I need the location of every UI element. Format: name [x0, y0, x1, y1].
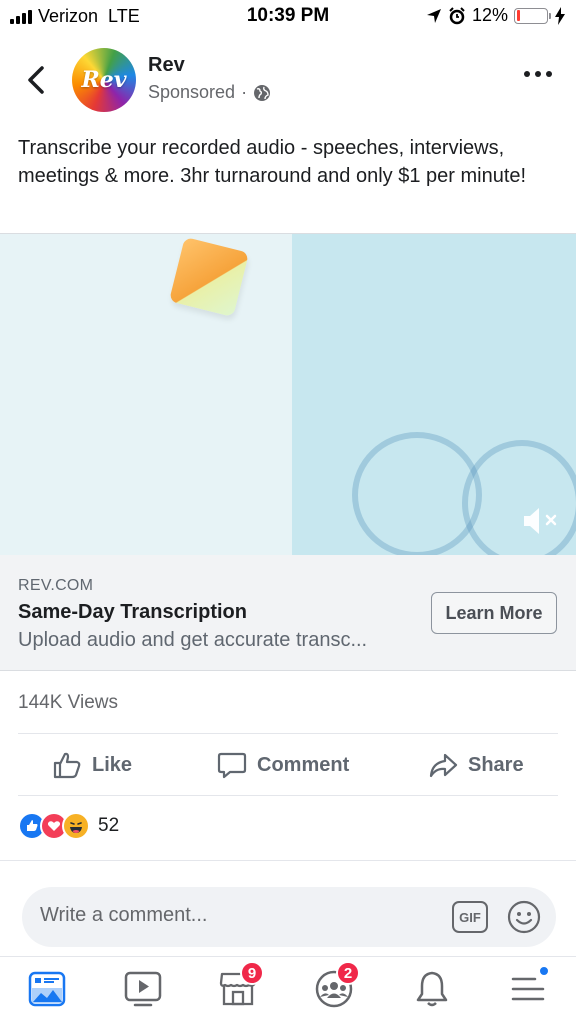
- post-text: Transcribe your recorded audio - speeche…: [18, 137, 527, 187]
- reactions-summary[interactable]: 52: [18, 812, 119, 840]
- groups-badge: 2: [336, 961, 360, 985]
- comment-input[interactable]: Write a comment... GIF: [22, 887, 556, 947]
- nav-groups[interactable]: 2: [312, 961, 360, 1011]
- post-header: Rev Rev Sponsored ·: [0, 44, 576, 124]
- share-label: Share: [468, 753, 524, 776]
- menu-icon: [511, 977, 545, 1001]
- sponsored-label: Sponsored: [148, 82, 236, 102]
- like-label: Like: [92, 753, 133, 776]
- haha-reaction-icon: [62, 812, 90, 840]
- link-domain: REV.COM: [18, 577, 94, 594]
- nav-menu[interactable]: [506, 965, 550, 1011]
- page-name[interactable]: Rev: [148, 54, 185, 77]
- link-description: Upload audio and get accurate transc...: [18, 629, 368, 651]
- divider: [18, 795, 558, 796]
- nav-news-feed[interactable]: [25, 967, 69, 1011]
- watch-icon: [124, 971, 162, 1007]
- comment-icon: [217, 752, 247, 779]
- link-title: Same-Day Transcription: [18, 601, 247, 623]
- video-left-panel: [0, 234, 292, 555]
- video-player[interactable]: [0, 233, 576, 555]
- marketplace-badge: 9: [240, 961, 264, 985]
- learn-more-button[interactable]: Learn More: [431, 592, 557, 634]
- gif-icon[interactable]: GIF: [452, 901, 488, 933]
- reaction-count: 52: [98, 815, 120, 836]
- comment-area: Write a comment... GIF: [0, 860, 576, 956]
- share-icon: [429, 753, 458, 778]
- more-icon[interactable]: [524, 68, 552, 80]
- separator: ·: [241, 82, 248, 102]
- battery-percent: 12%: [471, 5, 508, 25]
- share-button[interactable]: Share: [428, 735, 524, 795]
- location-icon: [426, 8, 441, 23]
- comment-placeholder: Write a comment...: [40, 904, 208, 926]
- globe-icon: [254, 84, 271, 101]
- nav-notifications[interactable]: [410, 967, 454, 1011]
- mute-icon[interactable]: [520, 503, 560, 539]
- sponsored-row: Sponsored ·: [148, 82, 271, 103]
- view-count[interactable]: 144K Views: [18, 692, 118, 714]
- post-actions: Like Comment Share: [0, 735, 576, 795]
- notifications-icon: [416, 971, 448, 1007]
- menu-notification-dot: [538, 965, 550, 977]
- bottom-nav: 9 2: [0, 956, 576, 1024]
- status-right: 12%: [426, 5, 566, 26]
- charging-icon: [555, 6, 565, 25]
- alarm-icon: [449, 6, 465, 24]
- like-button[interactable]: Like: [52, 735, 132, 795]
- nav-marketplace[interactable]: 9: [216, 961, 264, 1011]
- divider: [18, 733, 558, 734]
- chevron-left-icon[interactable]: [22, 64, 50, 96]
- comment-label: Comment: [257, 753, 350, 776]
- nav-watch[interactable]: [121, 967, 165, 1011]
- avatar-logo: Rev: [81, 67, 127, 93]
- like-icon: [53, 752, 81, 779]
- emoji-icon[interactable]: [506, 899, 542, 935]
- battery-icon: [514, 7, 551, 24]
- comment-button[interactable]: Comment: [217, 735, 349, 795]
- status-bar: Verizon LTE 10:39 PM 12%: [0, 0, 576, 34]
- avatar[interactable]: Rev: [72, 48, 136, 112]
- news-feed-icon: [28, 971, 66, 1007]
- link-card[interactable]: REV.COM Same-Day Transcription Upload au…: [0, 555, 576, 671]
